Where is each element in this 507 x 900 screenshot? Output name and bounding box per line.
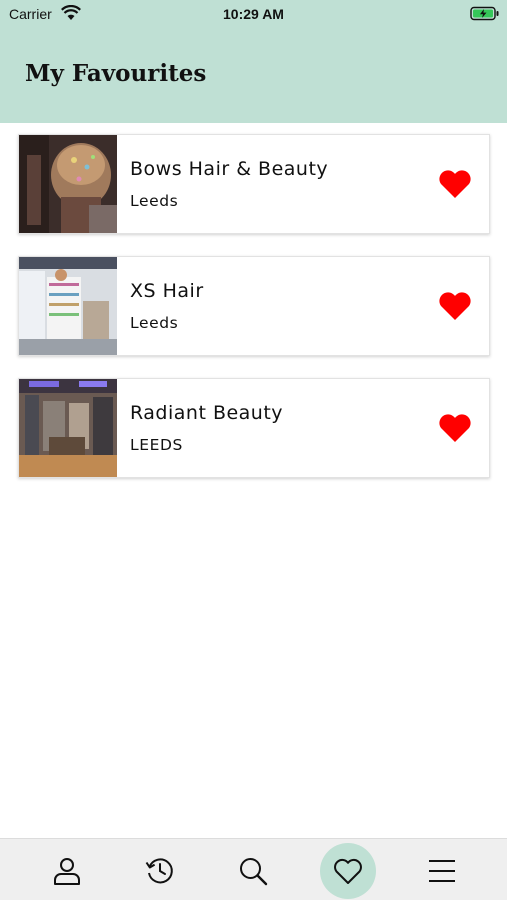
heart-filled-icon[interactable] (438, 169, 472, 199)
tab-menu[interactable] (416, 845, 468, 897)
favourite-salon-card[interactable]: Bows Hair & Beauty Leeds (18, 134, 490, 234)
tab-profile[interactable] (41, 845, 93, 897)
salon-name: XS Hair (130, 280, 204, 302)
heart-filled-icon[interactable] (438, 291, 472, 321)
salon-photo (19, 257, 117, 355)
favourites-list: Bows Hair & Beauty Leeds XS Hair Leeds R… (18, 134, 490, 500)
tab-history[interactable] (134, 845, 186, 897)
page-title: My Favourites (25, 60, 207, 87)
tab-favourites[interactable] (320, 843, 376, 899)
salon-photo (19, 135, 117, 233)
heart-outline-icon (334, 858, 362, 884)
status-time: 10:29 AM (223, 6, 284, 22)
favourite-salon-card[interactable]: Radiant Beauty LEEDS (18, 378, 490, 478)
bottom-tab-bar (0, 838, 507, 900)
salon-name: Bows Hair & Beauty (130, 158, 329, 180)
tab-search[interactable] (227, 845, 279, 897)
user-icon (54, 858, 80, 885)
salon-city: Leeds (130, 314, 179, 332)
salon-photo (19, 379, 117, 477)
salon-city: LEEDS (130, 436, 183, 454)
menu-icon (429, 860, 455, 882)
favourite-salon-card[interactable]: XS Hair Leeds (18, 256, 490, 356)
history-icon (145, 858, 173, 884)
heart-filled-icon[interactable] (438, 413, 472, 443)
app-header: Carrier 10:29 AM My Favourites (0, 0, 507, 123)
search-icon (240, 858, 268, 886)
salon-name: Radiant Beauty (130, 402, 284, 424)
salon-city: Leeds (130, 192, 179, 210)
status-bar: Carrier 10:29 AM (0, 0, 507, 28)
battery-charging-icon (470, 6, 499, 21)
